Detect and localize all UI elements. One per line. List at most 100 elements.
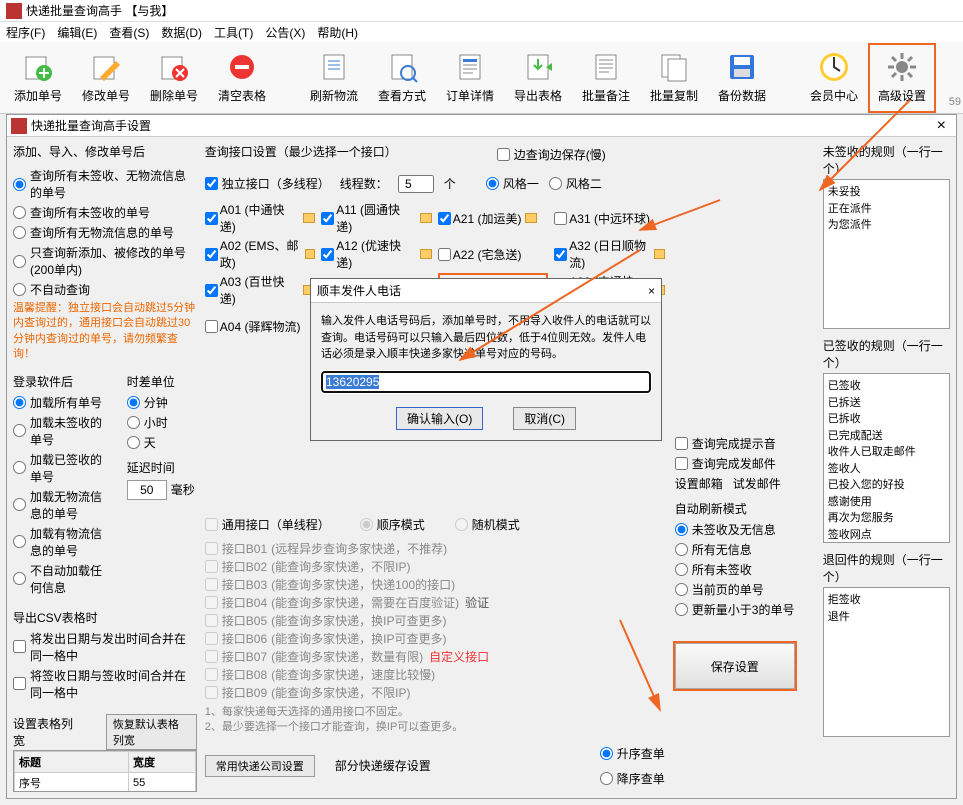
iface-A22[interactable]: A22 (宅急送)	[438, 237, 549, 271]
done-mail[interactable]: 查询完成发邮件	[675, 455, 815, 472]
sec1-title: 添加、导入、修改单号后	[13, 143, 197, 160]
sec1-opt-2[interactable]: 查询所有无物流信息的单号	[13, 224, 197, 241]
company-btn[interactable]: 常用快递公司设置	[205, 755, 315, 777]
common-4[interactable]: 接口B05(能查询多家快递，换IP可查更多)	[205, 612, 665, 629]
iface-A04[interactable]: A04 (驿辉物流)	[205, 309, 316, 343]
popup-titlebar: 顺丰发件人电话 ×	[311, 279, 661, 303]
menu-help[interactable]: 帮助(H)	[317, 24, 358, 41]
dialog-title: 快递批量查询高手设置	[31, 117, 151, 134]
common-1[interactable]: 接口B02(能查询多家快递，不限IP)	[205, 558, 665, 575]
tool-settings[interactable]: 高级设置	[868, 43, 936, 113]
sec1-opt-1[interactable]: 查询所有未签收的单号	[13, 204, 197, 221]
common-0[interactable]: 接口B01(远程异步查询多家快递，不推荐)	[205, 540, 665, 557]
sec1-warning: 温馨提醒：独立接口会自动跳过5分钟内查询过的，通用接口会自动跳过30分钟内查询过…	[13, 301, 197, 363]
common-chk[interactable]: 通用接口（单线程）	[205, 516, 330, 533]
iface-A02[interactable]: A02 (EMS、邮政)	[205, 237, 316, 271]
edge-save-chk[interactable]: 边查询边保存(慢)	[497, 146, 606, 163]
menu-program[interactable]: 程序(F)	[6, 24, 45, 41]
popup-cancel-button[interactable]: 取消(C)	[513, 407, 576, 430]
independent-chk[interactable]: 独立接口（多线程）	[205, 175, 330, 192]
save-settings-button[interactable]: 保存设置	[675, 643, 795, 689]
table-row[interactable]: 序号55	[15, 772, 196, 792]
iface-A31[interactable]: A31 (中远环球)	[554, 201, 665, 235]
iface-A11[interactable]: A11 (圆通快递)	[321, 201, 432, 235]
common-8[interactable]: 接口B09(能查询多家快递，不限IP)	[205, 684, 665, 701]
tool-refresh[interactable]: 刷新物流	[300, 43, 368, 113]
reset-cols-button[interactable]: 恢复默认表格列宽	[106, 714, 197, 750]
tu-opt-1[interactable]: 小时	[127, 414, 197, 431]
menu-edit[interactable]: 编辑(E)	[57, 24, 97, 41]
common-5[interactable]: 接口B06(能查询多家快递，换IP可查更多)	[205, 630, 665, 647]
mail-icon[interactable]	[420, 213, 432, 223]
menu-data[interactable]: 数据(D)	[161, 24, 202, 41]
tool-copy[interactable]: 批量复制	[640, 43, 708, 113]
sec2-opt-3[interactable]: 加载无物流信息的单号	[13, 488, 111, 522]
refresh-opt-2[interactable]: 所有未签收	[675, 561, 815, 578]
main-titlebar: 快递批量查询高手 【与我】	[0, 0, 963, 22]
order-desc[interactable]: 降序查单	[600, 770, 665, 787]
rule-reject-box[interactable]: 拒签收 退件	[823, 587, 950, 737]
sec2-opt-5[interactable]: 不自动加载任何信息	[13, 562, 111, 596]
menu-tools[interactable]: 工具(T)	[214, 24, 253, 41]
iface-A01[interactable]: A01 (中通快递)	[205, 201, 316, 235]
tool-detail[interactable]: 订单详情	[436, 43, 504, 113]
sec2-opt-4[interactable]: 加载有物流信息的单号	[13, 525, 111, 559]
common-2[interactable]: 接口B03(能查询多家快递，快递100的接口)	[205, 576, 665, 593]
sec1-opt-4[interactable]: 不自动查询	[13, 281, 197, 298]
order-asc[interactable]: 升序查单	[600, 745, 665, 762]
sec2-opt-0[interactable]: 加载所有单号	[13, 394, 111, 411]
iface-A21[interactable]: A21 (加运美)	[438, 201, 549, 235]
tool-member[interactable]: 会员中心	[800, 43, 868, 113]
refresh-opt-3[interactable]: 当前页的单号	[675, 581, 815, 598]
mail-icon[interactable]	[654, 249, 665, 259]
mail-icon[interactable]	[303, 213, 315, 223]
menu-notice[interactable]: 公告(X)	[265, 24, 305, 41]
mode-seq[interactable]: 顺序模式	[360, 516, 425, 533]
sec1-opt-3[interactable]: 只查询新添加、被修改的单号(200单内)	[13, 244, 197, 278]
done-sound[interactable]: 查询完成提示音	[675, 435, 815, 452]
threads-input[interactable]	[398, 175, 434, 193]
mail-set-link[interactable]: 设置邮箱	[675, 475, 723, 492]
mail-test-link[interactable]: 试发邮件	[733, 475, 781, 492]
mail-icon[interactable]	[525, 213, 537, 223]
common-7[interactable]: 接口B08(能查询多家快递，速度比较慢)	[205, 666, 665, 683]
common-3[interactable]: 接口B04(能查询多家快递，需要在百度验证)验证	[205, 594, 665, 611]
style2-radio[interactable]: 风格二	[549, 175, 602, 192]
tool-export[interactable]: 导出表格	[504, 43, 572, 113]
col-width-table[interactable]: 标题 宽度 序号55查询时间135快递单号120快递公司95订单编号0买家0联系…	[13, 750, 197, 792]
csv-chk-1[interactable]: 将签收日期与签收时间合并在同一格中	[13, 667, 197, 701]
refresh-opt-4[interactable]: 更新量小于3的单号	[675, 601, 815, 618]
tool-delete[interactable]: 删除单号	[140, 43, 208, 113]
csv-chk-0[interactable]: 将发出日期与发出时间合并在同一格中	[13, 630, 197, 664]
refresh-opt-1[interactable]: 所有无信息	[675, 541, 815, 558]
iface-A12[interactable]: A12 (优速快递)	[321, 237, 432, 271]
refresh-opt-0[interactable]: 未签收及无信息	[675, 521, 815, 538]
sec2-opt-1[interactable]: 加载未签收的单号	[13, 414, 111, 448]
common-6[interactable]: 接口B07(能查询多家快递，数量有限)自定义接口	[205, 648, 665, 665]
tool-note[interactable]: 批量备注	[572, 43, 640, 113]
tu-opt-2[interactable]: 天	[127, 434, 197, 451]
sec1-opt-0[interactable]: 查询所有未签收、无物流信息的单号	[13, 167, 197, 201]
delay-input[interactable]	[127, 480, 167, 500]
popup-close-icon[interactable]: ×	[648, 284, 655, 298]
phone-input[interactable]	[321, 371, 651, 393]
mail-icon[interactable]	[305, 249, 316, 259]
menu-view[interactable]: 查看(S)	[109, 24, 149, 41]
mail-icon[interactable]	[420, 249, 432, 259]
rule-unsigned-box[interactable]: 未妥投 正在派件 为您派件	[823, 179, 950, 329]
iface-A32[interactable]: A32 (日日顺物流)	[554, 237, 665, 271]
popup-ok-button[interactable]: 确认输入(O)	[396, 407, 483, 430]
tool-add[interactable]: 添加单号	[4, 43, 72, 113]
tool-viewmode[interactable]: 查看方式	[368, 43, 436, 113]
cache-label: 部分快递缓存设置	[335, 757, 431, 774]
iface-A03[interactable]: A03 (百世快递)	[205, 273, 316, 307]
style1-radio[interactable]: 风格一	[486, 175, 539, 192]
dialog-close-button[interactable]: ×	[931, 117, 952, 135]
tu-opt-0[interactable]: 分钟	[127, 394, 197, 411]
rule-signed-box[interactable]: 已签收 已拆送 已拆收 已完成配送 收件人已取走邮件 签收人 已投入您的好投 感…	[823, 373, 950, 543]
tool-edit[interactable]: 修改单号	[72, 43, 140, 113]
sec2-opt-2[interactable]: 加载已签收的单号	[13, 451, 111, 485]
tool-backup[interactable]: 备份数据	[708, 43, 776, 113]
tool-clear[interactable]: 清空表格	[208, 43, 276, 113]
mode-rand[interactable]: 随机模式	[455, 516, 520, 533]
